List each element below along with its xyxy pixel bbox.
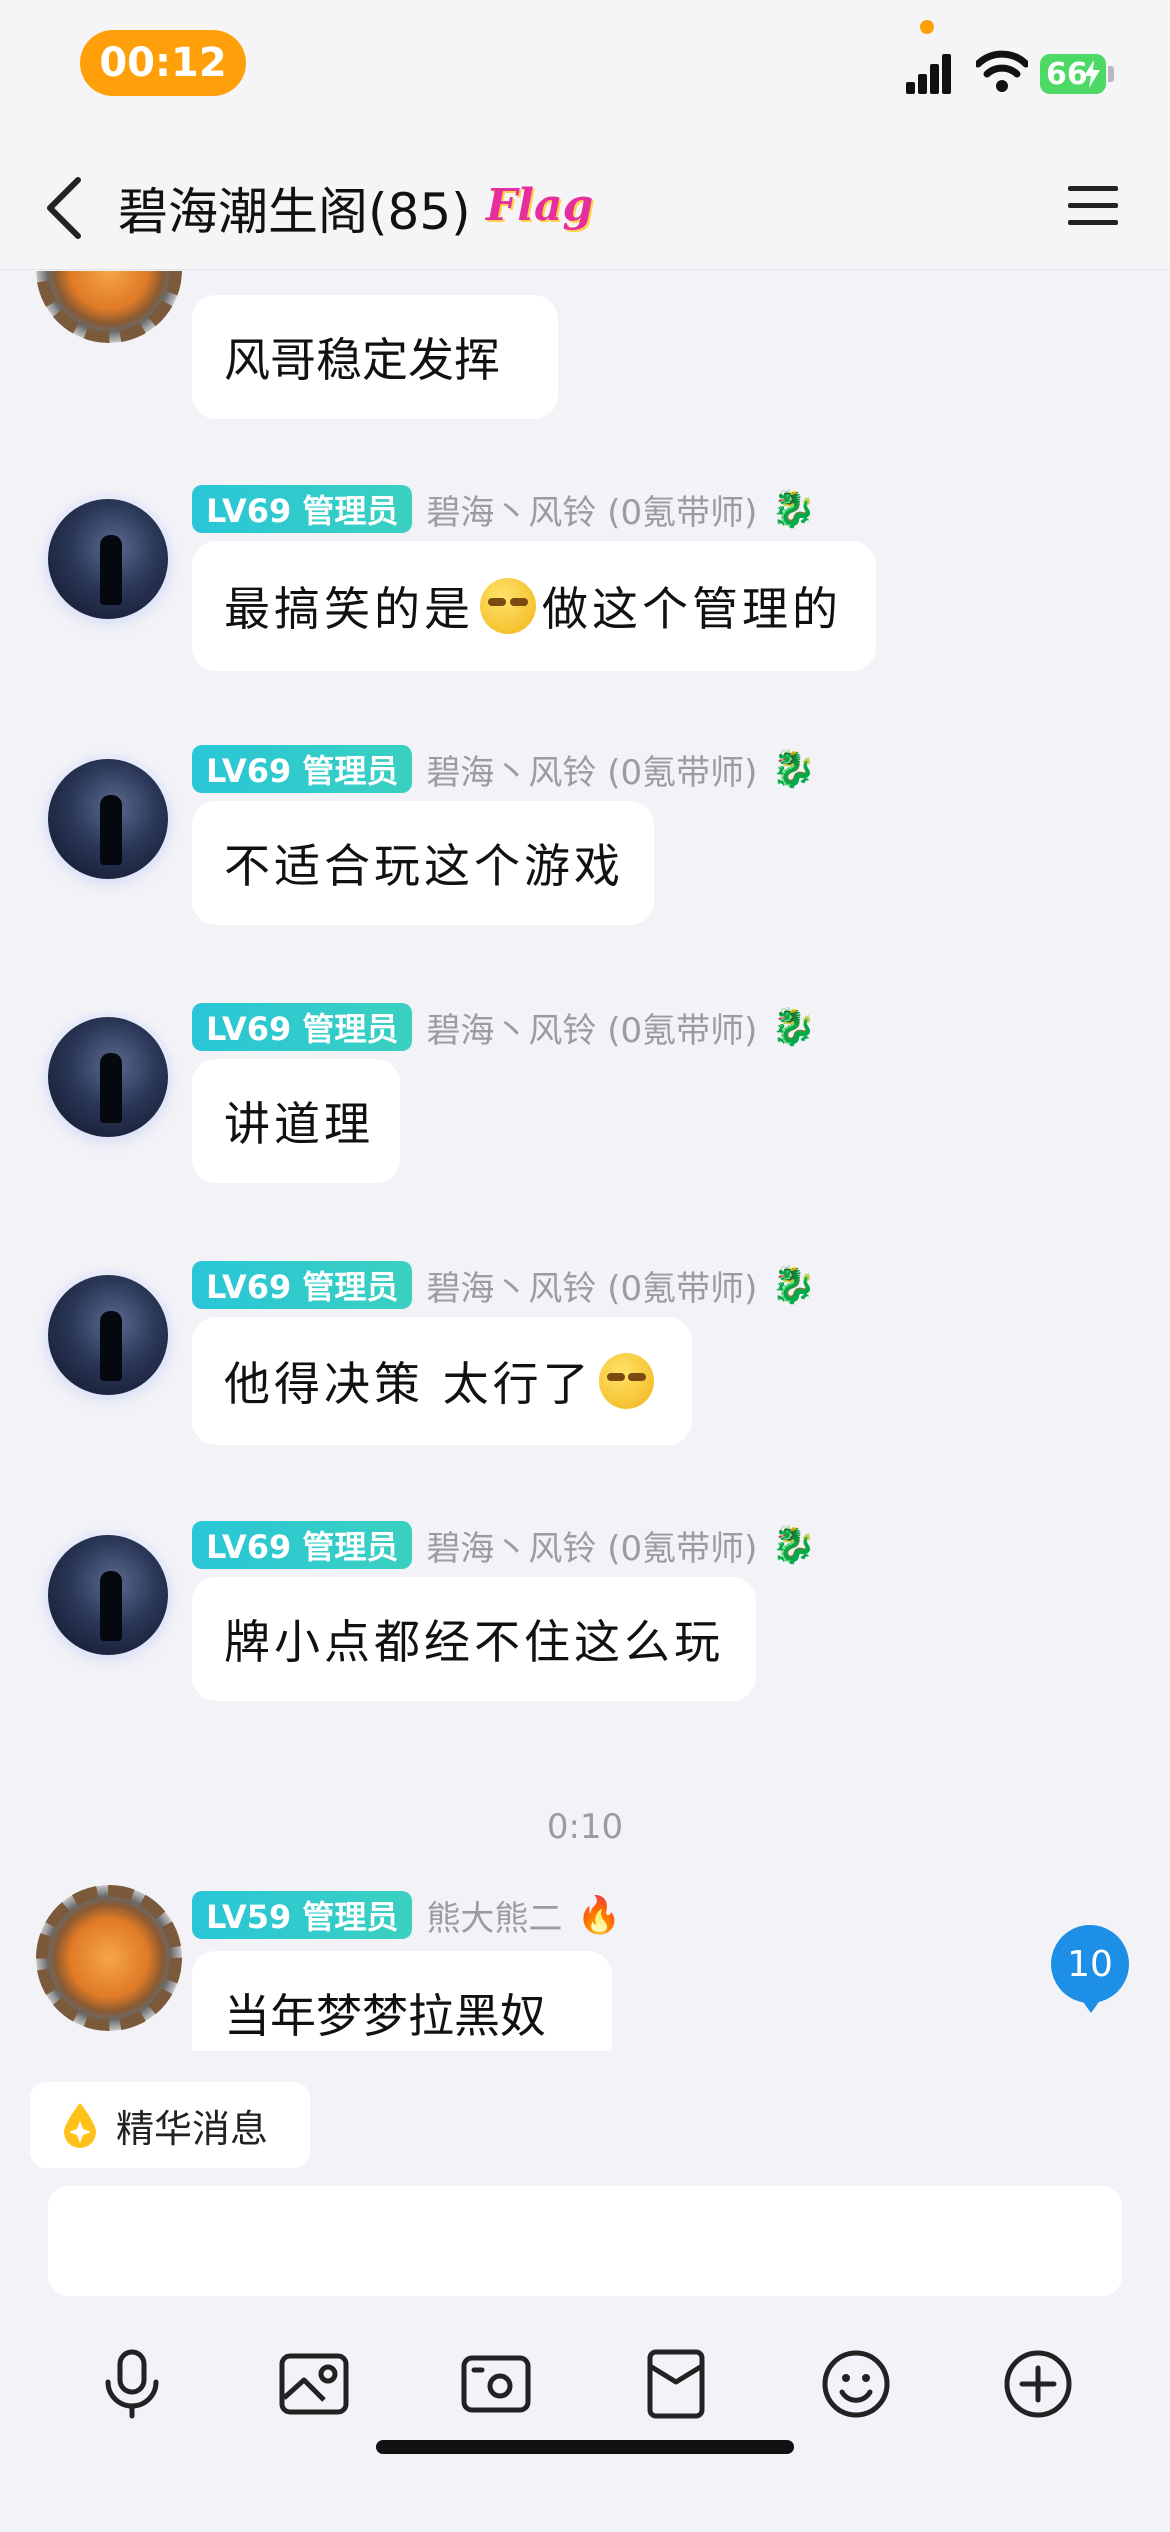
image-icon[interactable] bbox=[278, 2348, 350, 2420]
avatar[interactable] bbox=[48, 759, 168, 879]
message-header: LV69 管理员 碧海丶风铃 (0氪带师) 🐉 bbox=[192, 1001, 816, 1053]
hamburger-menu-icon[interactable] bbox=[1068, 184, 1118, 228]
message-header: LV69 管理员 碧海丶风铃 (0氪带师) 🐉 bbox=[192, 483, 816, 535]
status-bar: 00:12 66 bbox=[0, 0, 1170, 140]
chat-message-list[interactable]: 风哥稳定发挥 LV69 管理员 碧海丶风铃 (0氪带师) 🐉 最搞笑的是 做这个… bbox=[0, 271, 1170, 2051]
avatar[interactable] bbox=[48, 1275, 168, 1395]
message-text-part: 最搞笑的是 bbox=[224, 582, 474, 636]
message-header: LV59 管理员 熊大熊二 🔥 bbox=[192, 1889, 621, 1941]
essence-messages-button[interactable]: 精华消息 bbox=[30, 2082, 310, 2168]
essence-drop-icon bbox=[64, 2103, 96, 2148]
wifi-icon bbox=[976, 50, 1028, 92]
status-time: 00:12 bbox=[80, 30, 246, 96]
message-text: 他得决策 太行了 bbox=[224, 1357, 593, 1411]
emoji-icon[interactable] bbox=[820, 2348, 892, 2420]
mic-in-use-indicator bbox=[920, 20, 934, 34]
smirk-emoji-icon bbox=[480, 578, 536, 634]
message-text: 当年梦梦拉黑奴 bbox=[224, 1989, 546, 2043]
dragon-flair-icon: 🐉 bbox=[771, 1007, 817, 1048]
navigation-bar: 碧海潮生阁(85) Flag bbox=[0, 140, 1170, 270]
camera-icon[interactable] bbox=[460, 2348, 532, 2420]
message-header: LV69 管理员 碧海丶风铃 (0氪带师) 🐉 bbox=[192, 1259, 816, 1311]
dragon-flair-icon: 🐉 bbox=[771, 1265, 817, 1306]
message-bubble[interactable]: 牌小点都经不住这么玩 bbox=[192, 1577, 756, 1701]
smirk-emoji-icon bbox=[598, 1353, 654, 1409]
charging-bolt-icon bbox=[1084, 60, 1100, 88]
message-bubble[interactable]: 讲道理 bbox=[192, 1059, 400, 1183]
message-text: 讲道理 bbox=[224, 1097, 374, 1151]
sender-name[interactable]: 碧海丶风铃 (0氪带师) bbox=[426, 1521, 757, 1570]
message-bubble[interactable]: 他得决策 太行了 bbox=[192, 1317, 692, 1445]
sender-name[interactable]: 碧海丶风铃 (0氪带师) bbox=[426, 745, 757, 794]
avatar[interactable] bbox=[36, 271, 182, 343]
essence-label: 精华消息 bbox=[116, 2106, 269, 2151]
group-title: 碧海潮生阁(85) bbox=[118, 183, 471, 241]
avatar[interactable] bbox=[48, 1535, 168, 1655]
unread-count-badge[interactable]: 10 bbox=[1051, 1925, 1129, 2013]
input-area: 精华消息 bbox=[0, 2052, 1170, 2532]
fire-flair-icon: 🔥 bbox=[576, 1895, 622, 1936]
sender-name[interactable]: 碧海丶风铃 (0氪带师) bbox=[426, 485, 757, 534]
flag-badge: Flag bbox=[486, 180, 594, 231]
avatar[interactable] bbox=[48, 1017, 168, 1137]
plus-icon[interactable] bbox=[1002, 2348, 1074, 2420]
sender-name[interactable]: 熊大熊二 bbox=[426, 1891, 562, 1940]
home-indicator[interactable] bbox=[376, 2440, 794, 2454]
dragon-flair-icon: 🐉 bbox=[771, 1525, 817, 1566]
message-bubble[interactable]: 最搞笑的是 做这个管理的 bbox=[192, 541, 876, 671]
message-bubble[interactable]: 风哥稳定发挥 bbox=[192, 295, 558, 419]
message-header: LV69 管理员 碧海丶风铃 (0氪带师) 🐉 bbox=[192, 1519, 816, 1571]
level-badge: LV69 管理员 bbox=[192, 485, 413, 533]
message-bubble[interactable]: 不适合玩这个游戏 bbox=[192, 801, 654, 925]
level-badge: LV69 管理员 bbox=[192, 1521, 413, 1569]
red-packet-icon[interactable] bbox=[640, 2348, 712, 2420]
level-badge: LV69 管理员 bbox=[192, 1003, 413, 1051]
battery-indicator: 66 bbox=[1040, 54, 1106, 94]
sender-name[interactable]: 碧海丶风铃 (0氪带师) bbox=[426, 1261, 757, 1310]
message-bubble[interactable]: 当年梦梦拉黑奴 bbox=[192, 1951, 612, 2051]
avatar[interactable] bbox=[48, 499, 168, 619]
message-text-part: 做这个管理的 bbox=[542, 582, 842, 636]
message-text: 牌小点都经不住这么玩 bbox=[224, 1615, 724, 1669]
input-toolbar bbox=[0, 2324, 1170, 2444]
avatar[interactable] bbox=[36, 1885, 182, 2031]
message-text: 不适合玩这个游戏 bbox=[224, 839, 624, 893]
back-arrow-icon[interactable] bbox=[42, 176, 86, 240]
message-input[interactable] bbox=[48, 2186, 1122, 2296]
level-badge: LV59 管理员 bbox=[192, 1891, 413, 1939]
level-badge: LV69 管理员 bbox=[192, 1261, 413, 1309]
microphone-icon[interactable] bbox=[96, 2348, 168, 2420]
sender-name[interactable]: 碧海丶风铃 (0氪带师) bbox=[426, 1003, 757, 1052]
cellular-signal-icon bbox=[906, 54, 951, 94]
dragon-flair-icon: 🐉 bbox=[771, 749, 817, 790]
message-header: LV69 管理员 碧海丶风铃 (0氪带师) 🐉 bbox=[192, 743, 816, 795]
dragon-flair-icon: 🐉 bbox=[771, 489, 817, 530]
battery-tip bbox=[1108, 66, 1114, 82]
message-text: 风哥稳定发挥 bbox=[224, 333, 500, 387]
level-badge: LV69 管理员 bbox=[192, 745, 413, 793]
message-timestamp: 0:10 bbox=[546, 1807, 624, 1847]
